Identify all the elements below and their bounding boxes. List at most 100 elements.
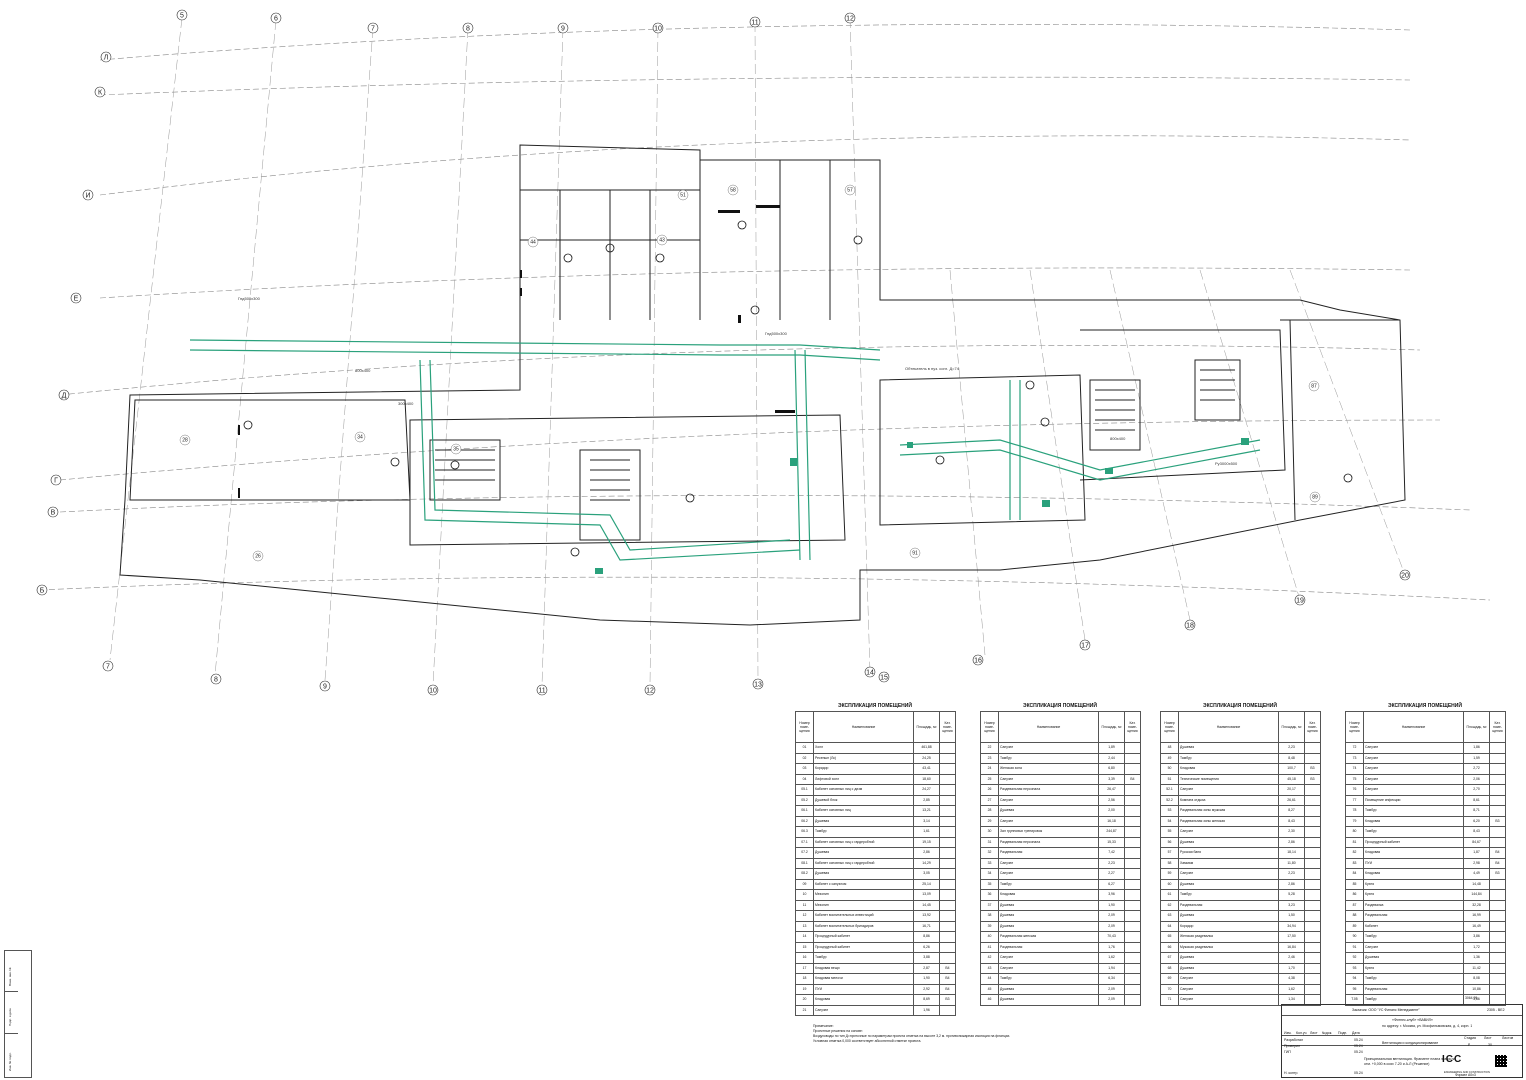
table-cell: Душевая bbox=[1363, 952, 1464, 964]
table-cell bbox=[939, 784, 956, 796]
table-cell: 1,50 bbox=[1278, 910, 1305, 922]
table-cell: Санузел bbox=[1178, 983, 1279, 995]
table-cell: Санузел bbox=[1178, 973, 1279, 985]
table-row: 13 Кабинет воспитательных бригадиров 16,71 bbox=[795, 920, 956, 932]
table-cell: Санузел bbox=[998, 773, 1099, 785]
table-cell: 39 bbox=[980, 920, 999, 932]
table-cell: 06.2 bbox=[795, 815, 814, 827]
table-cell: 76 bbox=[1345, 784, 1364, 796]
table-row: 45 Душевая 2,09 bbox=[980, 983, 1141, 995]
table-cell: Процедурный кабинет bbox=[813, 941, 914, 953]
explication-table-2: Номер поме-щения Наименование Площадь, м² К… bbox=[980, 711, 1141, 1006]
table-row: 52.2 Комната отдыха 26,61 bbox=[1160, 794, 1321, 806]
table-cell: 52.1 bbox=[1160, 784, 1179, 796]
table-row: 26 Раздевальная персонала 26,47 bbox=[980, 784, 1141, 796]
column-header: Номер поме-щения bbox=[795, 711, 814, 743]
table-cell: 62 bbox=[1160, 899, 1179, 911]
table-cell: Раздевальная bbox=[1363, 983, 1464, 995]
table-cell: 07.1 bbox=[795, 836, 814, 848]
table-cell: 11,80 bbox=[1278, 857, 1305, 869]
table-cell bbox=[1124, 847, 1141, 859]
table-cell: 79 bbox=[1345, 815, 1364, 827]
table-row: 06.2 Душевая 3,14 bbox=[795, 815, 956, 827]
table-cell: 8,71 bbox=[1463, 805, 1490, 817]
table-cell: Раздевальная женская bbox=[998, 931, 1099, 943]
table-cell: 34 bbox=[980, 868, 999, 880]
table-cell: 82 bbox=[1345, 847, 1364, 859]
table-cell: В4 bbox=[1124, 773, 1141, 785]
table-cell: 28 bbox=[980, 805, 999, 817]
table-cell: Ресепшн (Лк) bbox=[813, 752, 914, 764]
stamp-sheet: 30 bbox=[1488, 1043, 1492, 1047]
table-cell bbox=[1304, 962, 1321, 974]
side-approval-strip: Инв. № подл. Подп. и дата Взам. инв. № bbox=[4, 950, 32, 1078]
table-cell: 59 bbox=[1160, 868, 1179, 880]
table-cell: 16 bbox=[795, 952, 814, 964]
svg-text:10: 10 bbox=[429, 688, 437, 695]
table-cell: 63 bbox=[1160, 910, 1179, 922]
table-cell bbox=[939, 826, 956, 838]
table-cell bbox=[1489, 962, 1506, 974]
table-cell: 10 bbox=[795, 889, 814, 901]
table-cell: В3 bbox=[1304, 773, 1321, 785]
table-cell: 1,89 bbox=[1098, 742, 1125, 754]
table-cell: 15 bbox=[795, 941, 814, 953]
table-cell: 94 bbox=[1345, 973, 1364, 985]
table-cell bbox=[1304, 973, 1321, 985]
table-cell: 6,34 bbox=[1098, 973, 1125, 985]
table-cell: 23 bbox=[980, 752, 999, 764]
table-row: 05.1 Кабинет основных лиц с дизм 24,27 bbox=[795, 784, 956, 796]
table-cell: Кухня bbox=[1363, 889, 1464, 901]
table-cell: 8,43 bbox=[1278, 815, 1305, 827]
column-header: Наименование bbox=[813, 711, 914, 743]
stamp-object: «Фитнес-клуб» «ВАВИЛ» bbox=[1392, 1018, 1433, 1022]
qr-code-icon bbox=[1495, 1055, 1507, 1067]
column-header: Кат. поме-щения bbox=[939, 711, 956, 743]
table-cell: Кухня bbox=[1363, 962, 1464, 974]
table-cell: 06.3 bbox=[795, 826, 814, 838]
table-cell bbox=[1124, 941, 1141, 953]
table-cell: 48 bbox=[1160, 742, 1179, 754]
table-cell bbox=[1304, 742, 1321, 754]
stamp-stage: Р bbox=[1468, 1043, 1471, 1047]
table-cell: Коридор bbox=[1178, 920, 1279, 932]
table-cell: Тамбур bbox=[1363, 805, 1464, 817]
table-cell: 1,86 bbox=[1463, 742, 1490, 754]
table-cell: Санузел bbox=[998, 962, 1099, 974]
table-cell: 27 bbox=[980, 794, 999, 806]
table-row: 03 Коридор 43,41 bbox=[795, 763, 956, 775]
column-header: Площадь, м² bbox=[913, 711, 940, 743]
table-cell: 2,23 bbox=[1278, 868, 1305, 880]
table-cell: Санузел bbox=[998, 742, 1099, 754]
svg-text:16: 16 bbox=[974, 658, 982, 665]
table-cell bbox=[1124, 784, 1141, 796]
table-cell bbox=[1124, 815, 1141, 827]
table-cell: 1,62 bbox=[1098, 952, 1125, 964]
table-cell: 44 bbox=[980, 973, 999, 985]
stamp-role: Проверил bbox=[1284, 1044, 1301, 1048]
table-cell: 8,43 bbox=[1463, 826, 1490, 838]
table-cell: Душевая bbox=[998, 910, 1099, 922]
stamp-date: 05.24 bbox=[1354, 1050, 1363, 1054]
table-cell: 05.1 bbox=[795, 784, 814, 796]
table-cell: Тамбур bbox=[1178, 752, 1279, 764]
table-cell bbox=[1304, 805, 1321, 817]
svg-text:Д: Д bbox=[62, 393, 67, 400]
table-header-row: Номер поме-щения Наименование Площадь, м² К… bbox=[1345, 711, 1506, 743]
table-cell: 12 bbox=[795, 910, 814, 922]
table-cell: 92 bbox=[1345, 952, 1364, 964]
table-cell: 57 bbox=[1160, 847, 1179, 859]
svg-text:8: 8 bbox=[466, 26, 470, 33]
stamp-date: 05.24 bbox=[1354, 1038, 1363, 1042]
table-cell: Санузел bbox=[1363, 763, 1464, 775]
table-row: 81 Процедурный кабинет 84,67 bbox=[1345, 836, 1506, 848]
table-cell: 2,86 bbox=[1278, 836, 1305, 848]
table-row: 92 Душевая 1,36 bbox=[1345, 952, 1506, 964]
table-row: 42 Санузел 1,62 bbox=[980, 952, 1141, 964]
table-cell: 29 bbox=[980, 815, 999, 827]
table-cell: 3,96 bbox=[1098, 889, 1125, 901]
stamp-col: Лист bbox=[1310, 1031, 1318, 1035]
table-row: 55 Санузел 2,30 bbox=[1160, 826, 1321, 838]
svg-text:43: 43 bbox=[659, 238, 665, 244]
table-cell bbox=[1304, 931, 1321, 943]
